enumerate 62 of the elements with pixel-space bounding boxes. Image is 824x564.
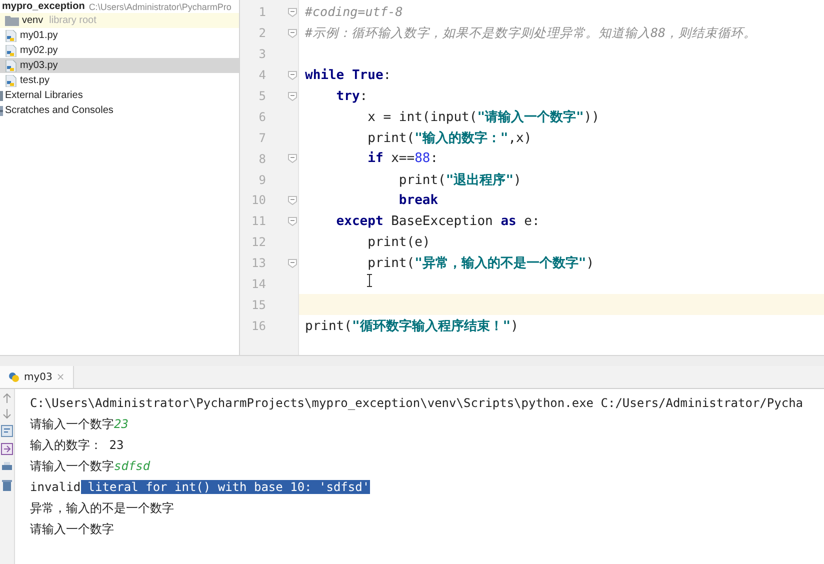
line-number: 1 bbox=[258, 5, 266, 20]
code-line: try: bbox=[335, 88, 368, 104]
tree-item[interactable]: External Libraries bbox=[0, 88, 239, 103]
python-file-icon bbox=[5, 74, 17, 86]
line-number: 6 bbox=[258, 110, 266, 124]
folder-icon bbox=[5, 15, 19, 26]
console-line: 请输入一个数字sdfsd bbox=[30, 458, 150, 475]
line-number: 12 bbox=[250, 235, 266, 250]
code-line: while True: bbox=[305, 68, 392, 83]
tree-item[interactable]: Scratches and Consoles bbox=[0, 103, 239, 118]
console-line: 输入的数字： 23 bbox=[30, 437, 124, 454]
trash-icon[interactable] bbox=[1, 479, 13, 491]
code-line: except BaseException as e: bbox=[335, 214, 540, 229]
console-line: C:\Users\Administrator\PycharmProjects\mypro_exception\venv\Scripts\python.exe C:/Users/Administrator/Pycha bbox=[30, 395, 804, 412]
python-icon bbox=[8, 371, 20, 383]
tree-item[interactable]: my02.py bbox=[0, 43, 239, 58]
folder-note: library root bbox=[49, 15, 96, 26]
line-number: 4 bbox=[258, 68, 266, 82]
line-number: 10 bbox=[250, 193, 266, 208]
code-line: print("异常，输入的不是一个数字") bbox=[366, 254, 594, 272]
print-icon[interactable] bbox=[1, 461, 13, 473]
console-line: 请输入一个数字 bbox=[30, 521, 114, 538]
code-line: print("退出程序") bbox=[398, 172, 522, 189]
tree-item[interactable]: my03.py bbox=[0, 58, 239, 73]
line-number: 11 bbox=[250, 214, 266, 228]
python-file-icon bbox=[5, 30, 17, 42]
line-number: 9 bbox=[258, 172, 266, 187]
tree-item[interactable]: test.py bbox=[0, 73, 239, 88]
code-line: break bbox=[398, 192, 438, 208]
python-file-icon bbox=[5, 60, 17, 72]
line-number: 15 bbox=[250, 298, 266, 312]
tree-item[interactable]: venv library root bbox=[0, 13, 239, 28]
down-arrow-icon[interactable] bbox=[2, 409, 12, 419]
console-line: invalid literal for int() with base 10: 'sdfsd' bbox=[30, 479, 370, 496]
tree-item[interactable]: my01.py bbox=[0, 28, 239, 43]
python-file-icon bbox=[5, 44, 17, 56]
code-line: #示例：循环输入数字，如果不是数字则处理异常。知道输入88，则结束循环。 bbox=[305, 24, 757, 42]
line-number: 14 bbox=[250, 277, 266, 292]
library-icon bbox=[0, 90, 3, 100]
soft-wrap-icon[interactable] bbox=[1, 425, 13, 437]
line-number: 2 bbox=[258, 26, 266, 40]
run-tab[interactable]: my03 × bbox=[0, 366, 74, 388]
line-number: 8 bbox=[258, 152, 266, 166]
scroll-end-icon[interactable] bbox=[1, 443, 13, 455]
code-line: #coding=utf-8 bbox=[305, 4, 403, 20]
project-name[interactable]: mypro_exception bbox=[2, 1, 85, 12]
line-number: 13 bbox=[250, 256, 266, 270]
line-number: 3 bbox=[258, 47, 266, 62]
line-number: 5 bbox=[258, 89, 266, 103]
project-path: C:\Users\Administrator\PycharmPro bbox=[88, 2, 232, 12]
code-line: x = int(input("请输入一个数字")) bbox=[366, 108, 600, 126]
code-line: print(e) bbox=[366, 234, 430, 250]
up-arrow-icon[interactable] bbox=[2, 393, 12, 403]
console-line: 异常，输入的不是一个数字 bbox=[30, 500, 174, 517]
scratch-icon bbox=[0, 106, 3, 116]
console-line: 请输入一个数字23 bbox=[30, 416, 128, 433]
code-line: print("输入的数字：",x) bbox=[366, 130, 532, 147]
line-number: 7 bbox=[258, 130, 266, 145]
code-line: if x==88: bbox=[366, 151, 438, 166]
code-line: print("循环数字输入程序结束！") bbox=[305, 318, 518, 335]
line-number: 16 bbox=[250, 318, 266, 333]
text-cursor-icon bbox=[366, 274, 373, 287]
